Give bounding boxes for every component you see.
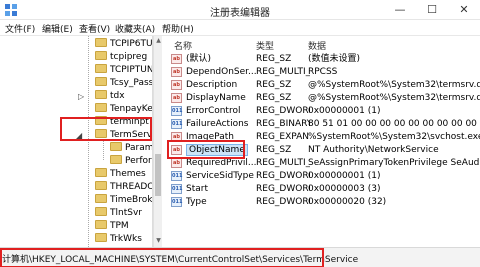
folder-icon (110, 155, 122, 164)
tree-item[interactable]: Perform (110, 155, 152, 168)
tree-item[interactable]: TPM (95, 220, 129, 233)
folder-icon (95, 220, 107, 229)
binary-value-icon: 011 (171, 197, 183, 207)
tree-item[interactable]: Tcsy_Pass_II (95, 77, 152, 90)
close-button[interactable]: ✕ (448, 0, 480, 20)
tree-scrollbar[interactable]: ▲ ▼ (153, 36, 162, 247)
folder-icon (110, 142, 122, 151)
menu-help[interactable]: 帮助(H) (162, 22, 194, 35)
tree-item[interactable]: TlntSvr (95, 207, 142, 220)
value-row[interactable]: ab DependOnSer... REG_MULTI_... RPCSS (162, 66, 480, 79)
binary-value-icon: 011 (171, 171, 183, 181)
tree-item[interactable]: Paramet (110, 142, 152, 155)
string-value-icon: ab (171, 93, 182, 103)
tree-item[interactable]: tcpipreg (95, 51, 147, 64)
folder-icon (95, 207, 107, 216)
menu-edit[interactable]: 编辑(E) (42, 22, 73, 35)
objectname-highlight-box (167, 140, 245, 159)
scrollbar-thumb[interactable] (155, 154, 161, 196)
value-row[interactable]: ab Description REG_SZ @%SystemRoot%\Syst… (162, 79, 480, 92)
binary-value-icon: 011 (171, 119, 183, 129)
folder-icon (95, 103, 107, 112)
maximize-button[interactable]: ☐ (416, 0, 448, 20)
binary-value-icon: 011 (171, 106, 183, 116)
tree-item[interactable]: Themes (95, 168, 146, 181)
minimize-button[interactable]: — (384, 0, 416, 20)
string-value-icon: ab (171, 80, 182, 90)
value-row[interactable]: ab (默认) REG_SZ (数值未设置) (162, 53, 480, 66)
key-tree-pane[interactable]: TCPIP6TUNN tcpipreg TCPIPTUNN Tcsy_Pass_… (0, 36, 153, 247)
column-header-type[interactable]: 类型 (256, 39, 274, 52)
folder-icon (95, 168, 107, 177)
menu-view[interactable]: 查看(V) (79, 22, 110, 35)
expand-arrow-icon[interactable]: ▷ (78, 92, 84, 101)
menu-bar: 文件(F) 编辑(E) 查看(V) 收藏夹(A) 帮助(H) (0, 20, 480, 36)
tree-item[interactable]: TCPIPTUNN (95, 64, 152, 77)
folder-icon (95, 51, 107, 60)
folder-icon (95, 64, 107, 73)
values-list-pane[interactable]: 名称 类型 数据 ab (默认) REG_SZ (数值未设置) ab Depen… (162, 36, 480, 247)
tree-item[interactable]: THREADORI (95, 181, 152, 194)
value-row[interactable]: 011 Type REG_DWORD 0x00000020 (32) (162, 196, 480, 209)
value-row[interactable]: 011 ServiceSidType REG_DWORD 0x00000001 … (162, 170, 480, 183)
tree-item[interactable]: TimeBroker (95, 194, 152, 207)
tree-item[interactable]: tdx (95, 90, 125, 103)
tree-connector-line (88, 36, 89, 247)
folder-icon (95, 38, 107, 47)
binary-value-icon: 011 (171, 184, 183, 194)
string-value-icon: ab (171, 67, 182, 77)
menu-favorites[interactable]: 收藏夹(A) (115, 22, 155, 35)
value-row[interactable]: 011 FailureActions REG_BINARY 80 51 01 0… (162, 118, 480, 131)
tree-item[interactable]: TrkWks (95, 233, 142, 246)
menu-file[interactable]: 文件(F) (5, 22, 35, 35)
tree-item[interactable]: TenpayKeyb (95, 103, 152, 116)
folder-icon (95, 90, 107, 99)
string-value-icon: ab (171, 158, 182, 168)
folder-icon (95, 194, 107, 203)
folder-icon (95, 181, 107, 190)
string-value-icon: ab (171, 54, 182, 64)
tree-item[interactable]: TCPIP6TUNN (95, 38, 152, 51)
termservice-highlight-box (60, 117, 152, 141)
title-bar: 注册表编辑器 — ☐ ✕ (0, 0, 480, 20)
folder-icon (95, 77, 107, 86)
column-header-name[interactable]: 名称 (174, 39, 192, 52)
status-bar: 计算机\HKEY_LOCAL_MACHINE\SYSTEM\CurrentCon… (0, 247, 480, 267)
folder-icon (95, 233, 107, 242)
value-row[interactable]: 011 Start REG_DWORD 0x00000003 (3) (162, 183, 480, 196)
column-header-data[interactable]: 数据 (308, 39, 326, 52)
path-highlight-box (0, 248, 324, 267)
value-row[interactable]: ab DisplayName REG_SZ @%SystemRoot%\Syst… (162, 92, 480, 105)
value-row[interactable]: 011 ErrorControl REG_DWORD 0x00000001 (1… (162, 105, 480, 118)
